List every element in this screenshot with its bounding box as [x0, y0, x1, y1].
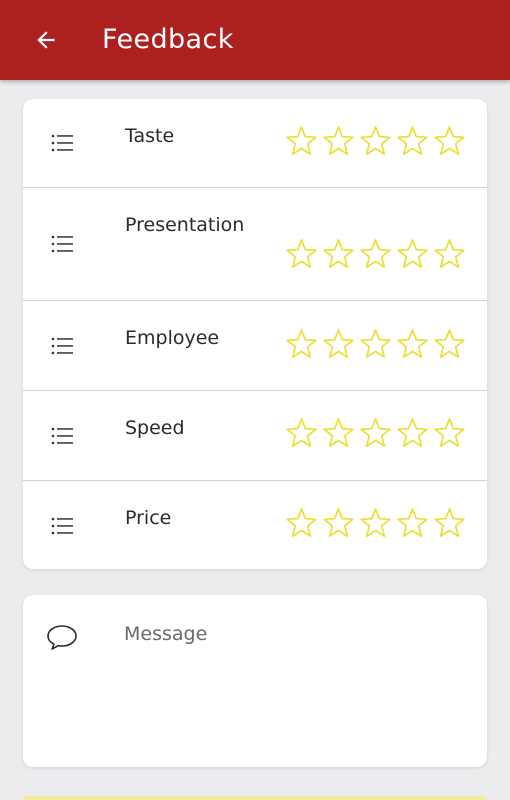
submit-button[interactable]	[23, 796, 487, 800]
star-icon[interactable]	[321, 506, 356, 541]
rating-row-employee: Employee	[23, 301, 487, 391]
star-icon[interactable]	[432, 237, 467, 272]
back-button[interactable]	[28, 22, 64, 58]
star-icon[interactable]	[284, 327, 319, 362]
star-icon[interactable]	[395, 327, 430, 362]
star-icon[interactable]	[358, 237, 393, 272]
star-icon[interactable]	[358, 124, 393, 159]
app-bar: Feedback	[0, 0, 510, 80]
star-icon[interactable]	[395, 124, 430, 159]
star-icon[interactable]	[284, 416, 319, 451]
star-icon[interactable]	[432, 416, 467, 451]
rating-label: Presentation	[125, 214, 245, 236]
rating-row-price: Price	[23, 481, 487, 569]
star-icon[interactable]	[432, 506, 467, 541]
list-icon	[51, 337, 73, 355]
rating-label: Speed	[125, 417, 185, 439]
star-rating[interactable]	[284, 237, 467, 272]
star-icon[interactable]	[432, 327, 467, 362]
star-icon[interactable]	[284, 124, 319, 159]
list-icon	[51, 134, 73, 152]
star-rating[interactable]	[284, 327, 467, 362]
rating-row-presentation: Presentation	[23, 188, 487, 301]
page-title: Feedback	[102, 24, 234, 55]
message-card	[23, 595, 487, 767]
star-icon[interactable]	[358, 506, 393, 541]
arrow-left-icon	[37, 31, 55, 49]
rating-card: Taste Presentation Employee Speed Price	[23, 99, 487, 569]
star-rating[interactable]	[284, 416, 467, 451]
star-rating[interactable]	[284, 124, 467, 159]
list-icon	[51, 235, 73, 253]
rating-label: Taste	[125, 125, 175, 147]
star-icon[interactable]	[321, 124, 356, 159]
star-icon[interactable]	[321, 327, 356, 362]
star-icon[interactable]	[321, 416, 356, 451]
star-rating[interactable]	[284, 506, 467, 541]
star-icon[interactable]	[395, 416, 430, 451]
star-icon[interactable]	[284, 506, 319, 541]
star-icon[interactable]	[358, 327, 393, 362]
message-input[interactable]	[124, 617, 464, 741]
star-icon[interactable]	[358, 416, 393, 451]
star-icon[interactable]	[395, 237, 430, 272]
star-icon[interactable]	[321, 237, 356, 272]
rating-row-taste: Taste	[23, 99, 487, 188]
rating-label: Employee	[125, 327, 220, 349]
star-icon[interactable]	[395, 506, 430, 541]
star-icon[interactable]	[284, 237, 319, 272]
star-icon[interactable]	[432, 124, 467, 159]
rating-row-speed: Speed	[23, 391, 487, 481]
list-icon	[51, 517, 73, 535]
chat-bubble-icon	[47, 625, 77, 650]
rating-label: Price	[125, 507, 172, 529]
list-icon	[51, 427, 73, 445]
